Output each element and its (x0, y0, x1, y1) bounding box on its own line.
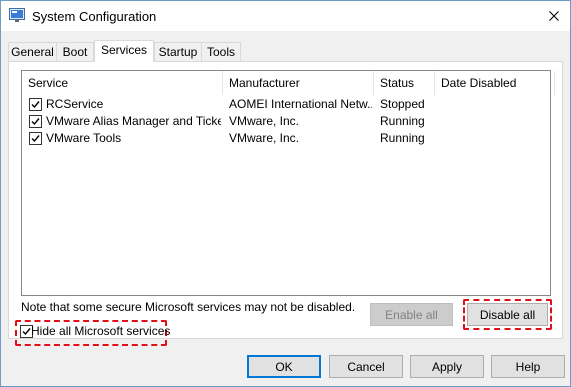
column-header-manufacturer[interactable]: Manufacturer (223, 71, 374, 95)
checkmark-icon (31, 101, 40, 109)
secure-services-note: Note that some secure Microsoft services… (21, 300, 356, 314)
column-header-status[interactable]: Status (374, 71, 435, 95)
close-button[interactable] (538, 1, 570, 31)
disable-all-button[interactable]: Disable all (467, 303, 548, 326)
enable-all-button[interactable]: Enable all (370, 303, 453, 326)
cancel-button[interactable]: Cancel (329, 355, 403, 378)
table-row[interactable]: VMware Alias Manager and Ticke... VMware… (22, 113, 550, 130)
tab-services[interactable]: Services (94, 40, 154, 62)
service-name: VMware Tools (46, 131, 122, 145)
system-configuration-window: System Configuration General Boot Servic… (0, 0, 571, 387)
service-manufacturer: VMware, Inc. (229, 114, 300, 128)
service-status: Running (380, 114, 425, 128)
service-checkbox[interactable] (29, 115, 42, 128)
service-manufacturer: VMware, Inc. (229, 131, 300, 145)
service-name: VMware Alias Manager and Ticke... (46, 114, 221, 128)
service-status: Running (380, 131, 425, 145)
services-panel: Service Manufacturer Status Date Disable… (8, 61, 563, 346)
service-date-disabled (441, 96, 546, 113)
window-title: System Configuration (32, 9, 157, 24)
table-row[interactable]: VMware Tools VMware, Inc. Running (22, 130, 550, 147)
service-status: Stopped (380, 97, 425, 111)
close-icon (549, 11, 559, 21)
checkmark-icon (31, 135, 40, 143)
column-header-service[interactable]: Service (22, 71, 223, 95)
ok-button[interactable]: OK (247, 355, 321, 378)
help-button[interactable]: Help (491, 355, 565, 378)
apply-button[interactable]: Apply (410, 355, 484, 378)
service-manufacturer: AOMEI International Netw... (229, 97, 372, 111)
tab-startup[interactable]: Startup (154, 42, 202, 62)
table-row[interactable]: RCService AOMEI International Netw... St… (22, 96, 550, 113)
hide-microsoft-label[interactable]: Hide all Microsoft services (31, 324, 170, 338)
tab-tools[interactable]: Tools (201, 42, 241, 62)
checkmark-icon (31, 118, 40, 126)
column-header-date-disabled[interactable]: Date Disabled (435, 71, 555, 95)
service-date-disabled (441, 130, 546, 147)
service-checkbox[interactable] (29, 132, 42, 145)
title-bar[interactable]: System Configuration (1, 1, 570, 31)
tab-boot[interactable]: Boot (56, 42, 94, 62)
services-list[interactable]: Service Manufacturer Status Date Disable… (21, 70, 555, 296)
tab-general[interactable]: General (8, 42, 57, 62)
service-checkbox[interactable] (29, 98, 42, 111)
msconfig-icon (9, 8, 25, 23)
service-name: RCService (46, 97, 104, 111)
list-header: Service Manufacturer Status Date Disable… (22, 71, 555, 95)
service-date-disabled (441, 113, 546, 130)
